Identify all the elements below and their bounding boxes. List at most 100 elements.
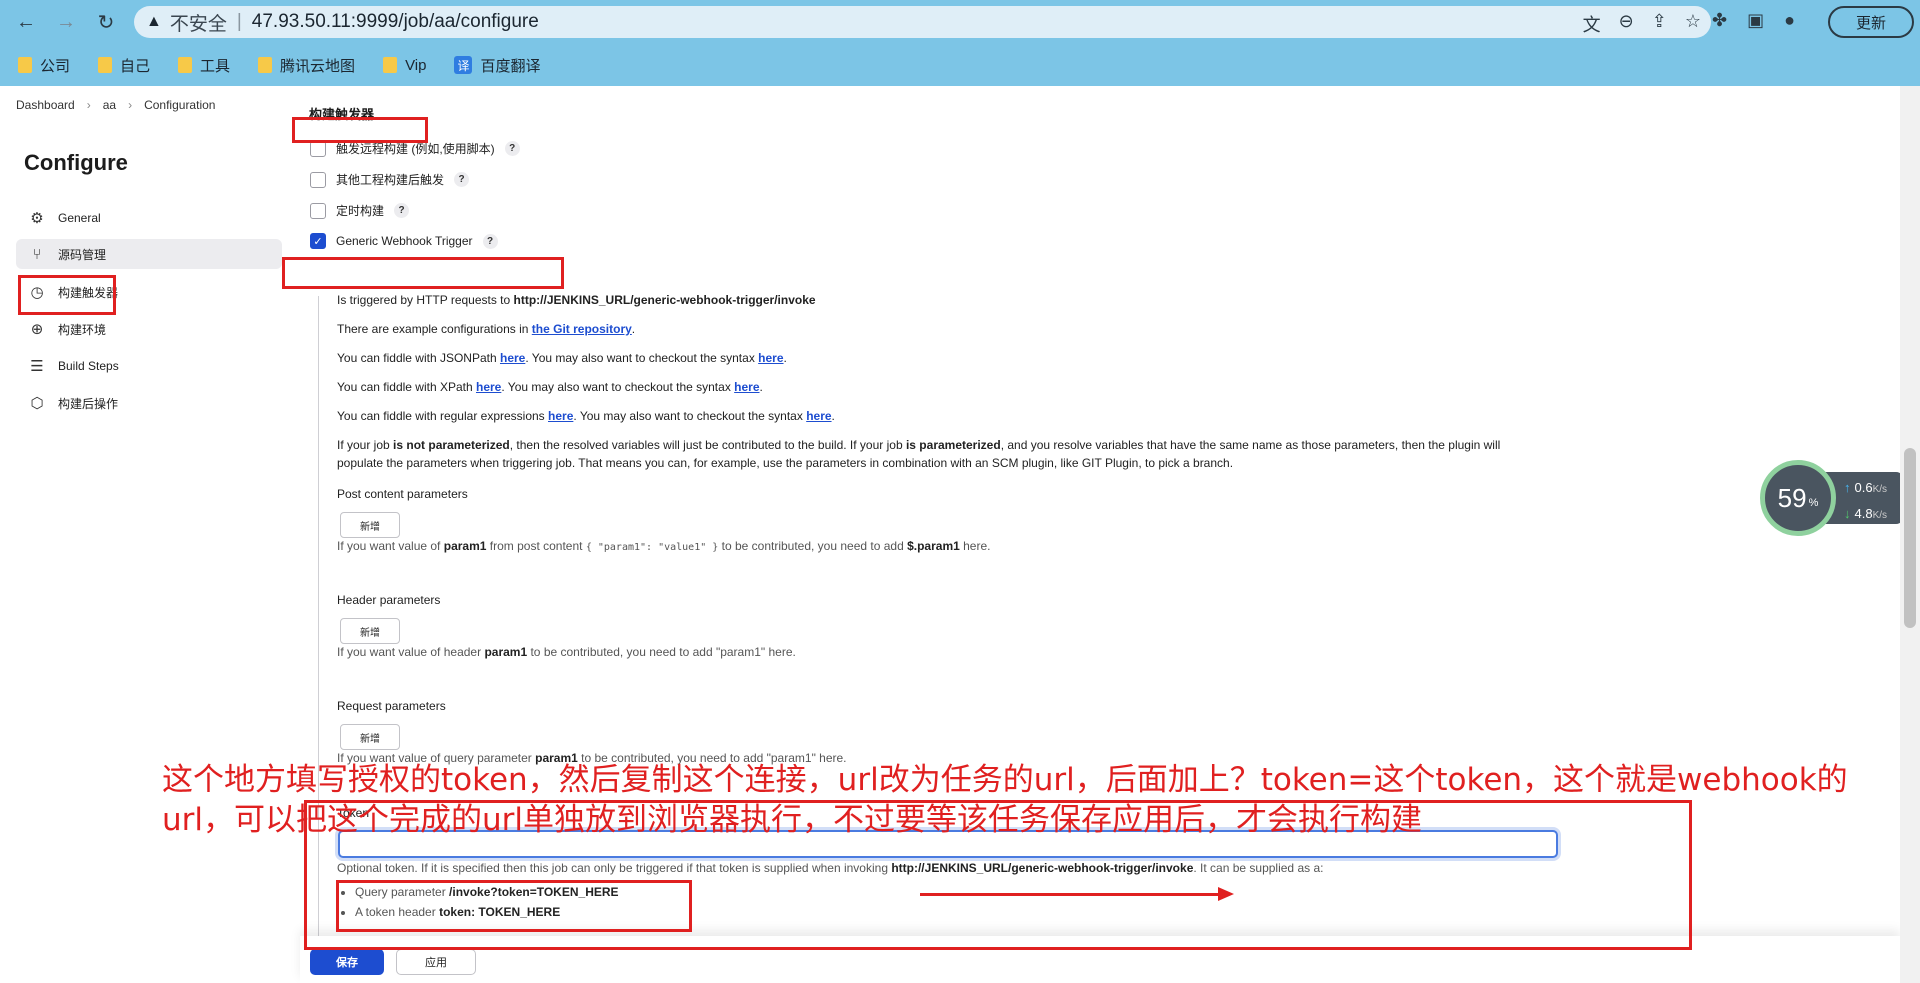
help-icon[interactable]: ? — [482, 233, 498, 249]
bookmark-item[interactable]: 译百度翻译 — [454, 55, 541, 76]
sidepanel-icon[interactable]: ▣ — [1747, 10, 1764, 31]
translate-page-icon[interactable]: 文 — [1583, 11, 1601, 37]
regex-syntax-link[interactable]: here — [806, 409, 831, 423]
desc-text: . You may also want to checkout the synt… — [501, 380, 735, 394]
git-repository-link[interactable]: the Git repository — [532, 322, 632, 336]
network-speed-widget[interactable]: ↑ 0.6K/s ↓ 4.8K/s 59% — [1760, 460, 1904, 536]
bookmark-label: 工具 — [200, 57, 231, 75]
xpath-syntax-link[interactable]: here — [734, 380, 759, 394]
speed-unit: K/s — [1872, 510, 1888, 521]
url-text[interactable]: 47.93.50.11:9999/job/aa/configure — [252, 11, 539, 33]
branch-icon: ⑂ — [32, 245, 42, 263]
desc-text: , then the resolved variables will just … — [509, 438, 906, 452]
bookmark-star-icon[interactable]: ☆ — [1685, 11, 1701, 37]
webhook-desc-examples: There are example configurations in the … — [337, 320, 1547, 338]
download-speed: ↓ 4.8K/s — [1844, 502, 1896, 528]
bookmark-label: 自己 — [120, 57, 151, 75]
hint-text: If you want value of — [337, 539, 444, 553]
folder-icon — [18, 57, 32, 73]
sidebar-item-label: Build Steps — [58, 359, 119, 373]
desc-text: There are example configurations in — [337, 322, 532, 336]
annotation-box-webhook — [282, 257, 564, 289]
regex-link[interactable]: here — [548, 409, 573, 423]
list-icon: ☰ — [30, 358, 44, 375]
help-icon[interactable]: ? — [504, 141, 520, 156]
speed-unit: K/s — [1872, 484, 1888, 495]
bookmark-label: 腾讯云地图 — [280, 57, 356, 75]
download-value: 4.8 — [1854, 506, 1873, 521]
checkbox[interactable] — [310, 202, 326, 219]
hint-text: to be contributed, you need to add "para… — [527, 645, 796, 659]
back-icon[interactable]: ← — [12, 8, 40, 36]
address-bar[interactable]: ▲ 不安全 | 47.93.50.11:9999/job/aa/configur… — [134, 6, 1711, 38]
add-header-param-button[interactable]: 新增 — [340, 618, 400, 644]
sidebar-item-post-build[interactable]: ⬡ 构建后操作 — [16, 388, 282, 418]
scrollbar-thumb[interactable] — [1904, 448, 1916, 628]
trigger-generic-webhook[interactable]: ✓ Generic Webhook Trigger ? — [310, 233, 498, 249]
add-post-param-button[interactable]: 新增 — [340, 512, 400, 538]
trigger-after-other[interactable]: 其他工程构建后触发 ? — [310, 171, 470, 188]
bookmark-item[interactable]: 腾讯云地图 — [258, 55, 355, 76]
jsonpath-link[interactable]: here — [500, 351, 525, 365]
speed-panel: ↑ 0.6K/s ↓ 4.8K/s — [1824, 472, 1904, 524]
webhook-desc-regex: You can fiddle with regular expressions … — [337, 407, 1547, 425]
sidebar-item-environment[interactable]: ⊕ 构建环境 — [16, 314, 282, 344]
breadcrumb: Dashboard › aa › Configuration — [16, 98, 215, 112]
omnibox-separator: | — [236, 11, 242, 32]
invoke-url: http://JENKINS_URL/generic-webhook-trigg… — [513, 293, 816, 307]
checkbox-checked[interactable]: ✓ — [310, 233, 326, 249]
hint-text: here. — [959, 539, 991, 553]
annotation-arrow-icon — [920, 887, 1234, 901]
add-request-param-button[interactable]: 新增 — [340, 724, 400, 750]
zoom-icon[interactable]: ⊖ — [1619, 11, 1634, 37]
breadcrumb-configuration[interactable]: Configuration — [144, 98, 215, 112]
post-content-label: Post content parameters — [337, 487, 468, 501]
extensions-icon[interactable]: ✤ — [1712, 10, 1727, 31]
arrow-up-icon: ↑ — [1844, 480, 1851, 495]
header-params-hint: If you want value of header param1 to be… — [337, 645, 796, 659]
annotation-box-section — [292, 117, 428, 143]
trigger-label: 其他工程构建后触发 — [336, 173, 445, 187]
breadcrumb-job[interactable]: aa — [103, 98, 116, 112]
folder-icon — [178, 57, 193, 73]
chevron-right-icon: › — [128, 98, 133, 112]
sidebar-item-label: 构建后操作 — [58, 396, 119, 411]
sidebar-item-scm[interactable]: ⑂ 源码管理 — [16, 239, 282, 269]
upload-speed: ↑ 0.6K/s — [1844, 476, 1896, 502]
hint-text: If you want value of header — [337, 645, 485, 659]
bookmark-item[interactable]: Vip — [383, 57, 426, 74]
desc-text: Is triggered by HTTP requests to — [337, 293, 514, 307]
forward-icon[interactable]: → — [52, 8, 80, 36]
xpath-link[interactable]: here — [476, 380, 501, 394]
save-button[interactable]: 保存 — [310, 949, 384, 975]
sidebar-item-build-steps[interactable]: ☰ Build Steps — [16, 351, 282, 381]
annotation-box-bullets — [336, 880, 692, 932]
jsonpath-syntax-link[interactable]: here — [758, 351, 783, 365]
annotation-text: 这个地方填写授权的token，然后复制这个连接，url改为任务的url，后面加上… — [162, 762, 1848, 838]
profile-icon[interactable]: ● — [1784, 10, 1795, 31]
trigger-label: Generic Webhook Trigger — [336, 234, 473, 248]
bookmark-item[interactable]: 公司 — [18, 55, 70, 76]
sidebar-item-general[interactable]: ⚙ General — [16, 203, 282, 233]
folder-icon — [98, 57, 113, 73]
reload-icon[interactable]: ↻ — [92, 8, 120, 36]
bookmark-item[interactable]: 工具 — [178, 55, 230, 76]
update-button[interactable]: 更新 — [1828, 6, 1914, 38]
help-icon[interactable]: ? — [454, 172, 470, 187]
translate-icon: 译 — [454, 56, 473, 74]
bookmark-item[interactable]: 自己 — [98, 55, 150, 76]
memory-gauge: 59% — [1760, 460, 1836, 536]
gauge-percent-sign: % — [1808, 497, 1819, 509]
trigger-periodic[interactable]: 定时构建 ? — [310, 202, 410, 219]
page-title: Configure — [24, 150, 128, 175]
checkbox[interactable] — [310, 171, 326, 188]
desc-text: . — [831, 409, 835, 423]
hint-bold: param1 — [484, 645, 528, 659]
webhook-desc-jsonpath: You can fiddle with JSONPath here. You m… — [337, 349, 1547, 367]
breadcrumb-dashboard[interactable]: Dashboard — [16, 98, 75, 112]
help-icon[interactable]: ? — [394, 203, 410, 218]
share-icon[interactable]: ⇪ — [1652, 11, 1667, 37]
bookmark-label: 百度翻译 — [480, 57, 541, 75]
apply-button[interactable]: 应用 — [396, 949, 476, 975]
desc-text: . — [783, 351, 787, 365]
